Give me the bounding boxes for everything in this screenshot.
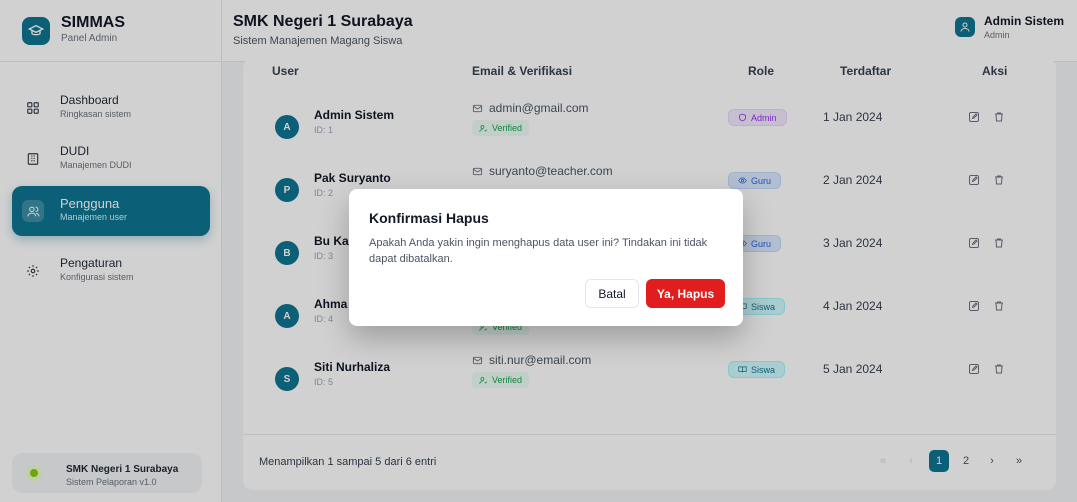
confirm-delete-dialog: Konfirmasi Hapus Apakah Anda yakin ingin… [349,189,743,326]
dialog-title: Konfirmasi Hapus [369,210,489,226]
confirm-delete-button[interactable]: Ya, Hapus [646,279,725,308]
dialog-message: Apakah Anda yakin ingin menghapus data u… [369,237,708,265]
cancel-button[interactable]: Batal [585,279,639,308]
